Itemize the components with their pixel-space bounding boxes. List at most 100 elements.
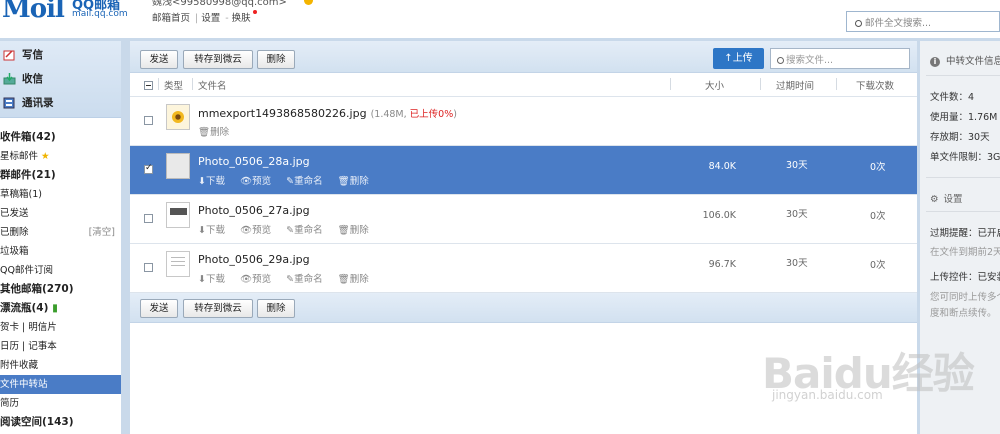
rename-link[interactable]: ✎重命名 bbox=[286, 176, 322, 187]
download-icon: ⬇ bbox=[198, 225, 206, 236]
pencil-icon: ✎ bbox=[286, 176, 295, 187]
file-expire: 30天 bbox=[786, 258, 808, 269]
expire-reminder[interactable]: 过期提醒：已开启 bbox=[930, 225, 1000, 239]
header-expire[interactable]: 过期时间 bbox=[776, 78, 814, 92]
upload-note-2: 度和断点续传。 bbox=[930, 308, 997, 319]
select-all-checkbox[interactable] bbox=[144, 81, 153, 90]
folder-spam[interactable]: 垃圾箱 bbox=[0, 242, 121, 261]
folder-deleted[interactable]: 已删除 [清空] bbox=[0, 223, 121, 242]
header-filename[interactable]: 文件名 bbox=[198, 78, 227, 92]
image-thumbnail bbox=[166, 251, 190, 277]
logo-domain: mail.qq.com bbox=[72, 9, 128, 19]
usage: 使用量：1.76M bbox=[930, 112, 998, 123]
rename-link[interactable]: ✎重命名 bbox=[286, 274, 322, 285]
delete-button-bottom[interactable]: 删除 bbox=[257, 299, 295, 318]
user-email: 魏浅<99580998@qq.com> bbox=[152, 0, 287, 8]
folder-cards[interactable]: 贺卡 | 明信片 bbox=[0, 318, 121, 337]
mail-search-input[interactable]: 邮件全文搜索... bbox=[846, 11, 1000, 32]
trash-icon: 🗑 bbox=[198, 127, 211, 138]
folder-group-mail[interactable]: 群邮件(21) bbox=[0, 166, 121, 185]
table-row[interactable]: Photo_0506_28a.jpg ⬇下载 👁预览 ✎重命名 🗑删除 84.0… bbox=[130, 146, 917, 195]
top-header: Moil QQ邮箱 mail.qq.com 魏浅<99580998@qq.com… bbox=[0, 0, 1000, 38]
compose-button[interactable]: 写信 bbox=[0, 45, 43, 66]
download-link[interactable]: ⬇下载 bbox=[198, 225, 225, 236]
logo-mark[interactable]: Moil bbox=[2, 0, 65, 24]
inbox-icon bbox=[3, 73, 16, 85]
rename-link[interactable]: ✎重命名 bbox=[286, 225, 322, 236]
file-name[interactable]: mmexport1493868580226.jpg (1.48M, 已上传0%) bbox=[198, 106, 457, 120]
settings-title: ⚙ 设置 bbox=[930, 194, 963, 205]
save-to-cloud-button-bottom[interactable]: 转存到微云 bbox=[183, 299, 253, 318]
file-downloads: 0次 bbox=[870, 162, 886, 173]
file-search-input[interactable]: 搜索文件... bbox=[770, 48, 910, 69]
upload-button[interactable]: ↑上传 bbox=[713, 48, 764, 69]
delete-file-link[interactable]: 🗑删除 bbox=[338, 225, 369, 236]
notification-dot-icon bbox=[252, 10, 257, 14]
preview-link[interactable]: 👁预览 bbox=[240, 274, 271, 285]
send-button[interactable]: 发送 bbox=[140, 50, 178, 69]
table-row[interactable]: Photo_0506_29a.jpg ⬇下载 👁预览 ✎重命名 🗑删除 96.7… bbox=[130, 244, 917, 293]
delete-file-link[interactable]: 🗑删除 bbox=[198, 127, 229, 138]
folder-other-mailboxes[interactable]: 其他邮箱(270) bbox=[0, 280, 121, 299]
download-link[interactable]: ⬇下载 bbox=[198, 176, 225, 187]
save-to-cloud-button[interactable]: 转存到微云 bbox=[183, 50, 253, 69]
table-row[interactable]: Photo_0506_27a.jpg ⬇下载 👁预览 ✎重命名 🗑删除 106.… bbox=[130, 195, 917, 244]
file-name[interactable]: Photo_0506_29a.jpg bbox=[198, 253, 310, 266]
preview-link[interactable]: 👁预览 bbox=[240, 176, 271, 187]
file-downloads: 0次 bbox=[870, 260, 886, 271]
empty-trash-link[interactable]: [清空] bbox=[89, 223, 115, 242]
delete-file-link[interactable]: 🗑删除 bbox=[338, 176, 369, 187]
folder-drafts[interactable]: 草稿箱(1) bbox=[0, 185, 121, 204]
folder-sent[interactable]: 已发送 bbox=[0, 204, 121, 223]
send-button-bottom[interactable]: 发送 bbox=[140, 299, 178, 318]
folder-starred[interactable]: 星标邮件 ★ bbox=[0, 147, 121, 166]
retention: 存放期：30天 bbox=[930, 132, 990, 143]
upload-arrow-icon: ↑ bbox=[724, 53, 733, 64]
top-toolbar: 发送 转存到微云 删除 ↑上传 搜索文件... bbox=[130, 41, 917, 73]
header-size[interactable]: 大小 bbox=[705, 78, 724, 92]
trash-icon: 🗑 bbox=[337, 274, 350, 285]
folder-attachments[interactable]: 附件收藏 bbox=[0, 356, 121, 375]
inbox-button[interactable]: 收信 bbox=[0, 69, 43, 90]
file-name[interactable]: Photo_0506_27a.jpg bbox=[198, 204, 310, 217]
row-checkbox[interactable] bbox=[144, 263, 153, 272]
row-checkbox[interactable] bbox=[144, 116, 153, 125]
delete-button[interactable]: 删除 bbox=[257, 50, 295, 69]
folder-subscriptions[interactable]: QQ邮件订阅 bbox=[0, 261, 121, 280]
contacts-button[interactable]: 通讯录 bbox=[0, 93, 54, 114]
skin-link[interactable]: 换肤 bbox=[232, 13, 251, 24]
row-checkbox[interactable] bbox=[144, 163, 153, 174]
image-thumbnail bbox=[166, 104, 190, 130]
folder-inbox[interactable]: 收件箱(42) bbox=[0, 128, 121, 147]
folder-file-transfer[interactable]: 文件中转站 bbox=[0, 375, 121, 394]
search-icon bbox=[777, 57, 784, 64]
download-link[interactable]: ⬇下载 bbox=[198, 274, 225, 285]
info-icon: i bbox=[930, 57, 940, 67]
single-file-limit: 单文件限制：3G bbox=[930, 152, 1000, 163]
table-row[interactable]: mmexport1493868580226.jpg (1.48M, 已上传0%) … bbox=[130, 97, 917, 146]
trash-icon: 🗑 bbox=[337, 176, 350, 187]
file-expire: 30天 bbox=[786, 209, 808, 220]
home-link[interactable]: 邮箱首页 bbox=[152, 13, 190, 24]
header-type[interactable]: 类型 bbox=[164, 78, 183, 92]
file-name[interactable]: Photo_0506_28a.jpg bbox=[198, 155, 310, 168]
file-expire: 30天 bbox=[786, 160, 808, 171]
folder-reading-space[interactable]: 阅读空间(143) bbox=[0, 413, 121, 432]
delete-file-link[interactable]: 🗑删除 bbox=[338, 274, 369, 285]
preview-link[interactable]: 👁预览 bbox=[240, 225, 271, 236]
star-icon: ★ bbox=[41, 151, 50, 162]
folder-drift-bottle[interactable]: 漂流瓶(4) ▮ bbox=[0, 299, 121, 318]
expire-note: 在文件到期前2天 bbox=[930, 247, 1000, 258]
settings-link[interactable]: 设置 bbox=[201, 13, 220, 24]
pencil-icon: ✎ bbox=[286, 225, 295, 236]
folder-calendar[interactable]: 日历 | 记事本 bbox=[0, 337, 121, 356]
header-downloads[interactable]: 下载次数 bbox=[856, 78, 894, 92]
row-checkbox[interactable] bbox=[144, 214, 153, 223]
upload-control[interactable]: 上传控件：已安装 bbox=[930, 269, 1000, 283]
bottle-icon: ▮ bbox=[52, 302, 58, 314]
upload-note-1: 您可同时上传多个 bbox=[930, 292, 1000, 303]
download-icon: ⬇ bbox=[198, 176, 206, 187]
baidu-watermark-url: jingyan.baidu.com bbox=[772, 388, 883, 402]
folder-resume[interactable]: 简历 bbox=[0, 394, 121, 413]
vip-badge-icon[interactable] bbox=[304, 0, 313, 5]
